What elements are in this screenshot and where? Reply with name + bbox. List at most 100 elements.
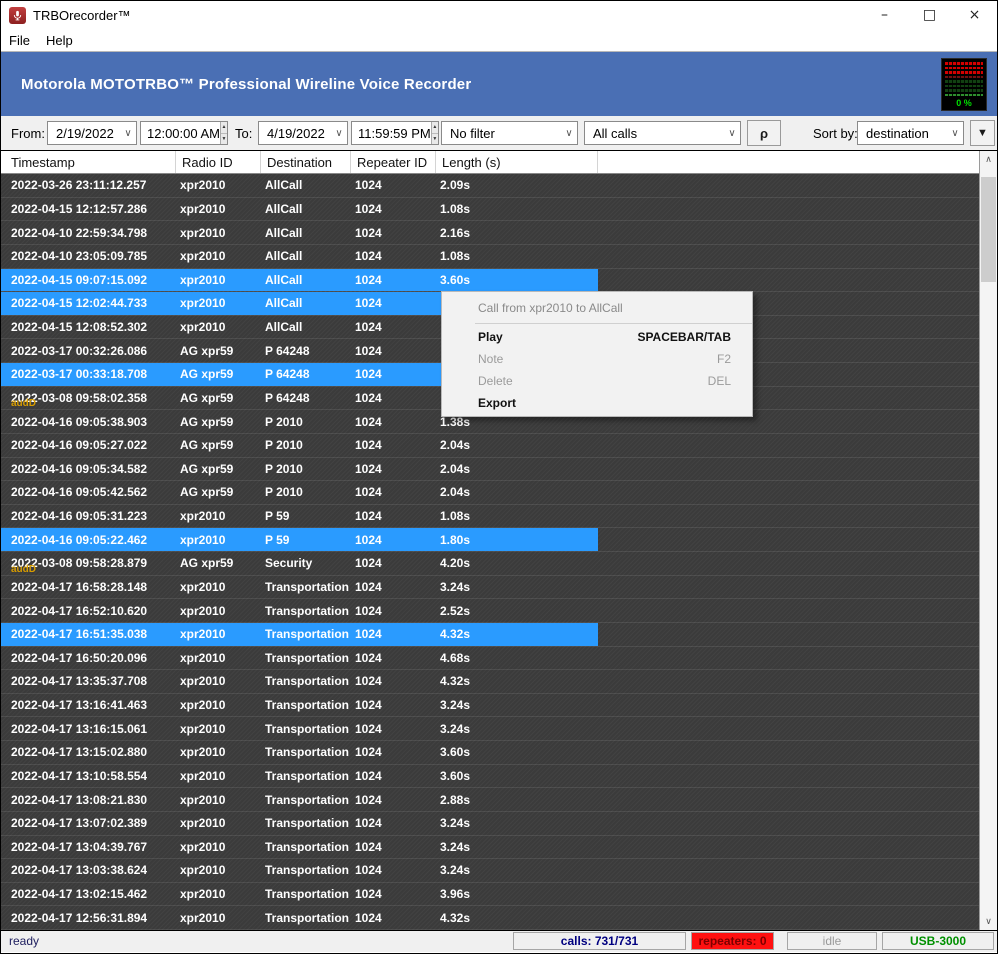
- cell-radio-id: AG xpr59: [176, 481, 261, 504]
- table-row[interactable]: 2022-04-17 13:03:38.624xpr2010Transporta…: [1, 859, 979, 883]
- cell-timestamp: 2022-04-17 13:02:15.462: [1, 883, 176, 906]
- column-header-repeater-id[interactable]: Repeater ID: [351, 151, 436, 173]
- table-row[interactable]: 2022-04-16 09:05:31.223xpr2010P 5910241.…: [1, 505, 979, 529]
- table-row[interactable]: 2022-03-26 23:11:12.257xpr2010AllCall102…: [1, 174, 979, 198]
- cell-radio-id: xpr2010: [176, 316, 261, 339]
- table-row[interactable]: 2022-04-16 09:05:22.462xpr2010P 5910241.…: [1, 528, 979, 552]
- search-button[interactable]: ρ: [747, 120, 781, 146]
- cell-radio-id: xpr2010: [176, 174, 261, 197]
- advanced-dropdown-button[interactable]: ▼: [970, 120, 995, 146]
- banner-title: Motorola MOTOTRBO™ Professional Wireline…: [21, 76, 471, 93]
- call-type-select[interactable]: All calls ∨: [584, 121, 741, 145]
- table-row[interactable]: 2022-04-17 13:16:15.061xpr2010Transporta…: [1, 717, 979, 741]
- table-row[interactable]: 2022-04-17 13:35:37.708xpr2010Transporta…: [1, 670, 979, 694]
- audio-tag: audD: [11, 565, 36, 575]
- cell-repeater-id: 1024: [351, 906, 436, 929]
- search-icon: ρ: [760, 126, 768, 141]
- context-menu: Call from xpr2010 to AllCall PlaySPACEBA…: [441, 291, 753, 417]
- vu-percentage-label: 0 %: [945, 98, 983, 108]
- vu-bar: [945, 76, 983, 79]
- cell-destination: Transportation: [261, 812, 351, 835]
- context-menu-item-export[interactable]: Export: [442, 392, 752, 414]
- table-row[interactable]: 2022-04-17 13:04:39.767xpr2010Transporta…: [1, 836, 979, 860]
- table-row[interactable]: 2022-04-17 16:50:20.096xpr2010Transporta…: [1, 647, 979, 671]
- table-row[interactable]: 2022-04-17 13:10:58.554xpr2010Transporta…: [1, 765, 979, 789]
- from-date-picker[interactable]: 2/19/2022 ∨: [47, 121, 137, 145]
- maximize-button[interactable]: □: [907, 1, 952, 29]
- close-button[interactable]: ×: [952, 1, 997, 29]
- to-date-picker[interactable]: 4/19/2022 ∨: [258, 121, 348, 145]
- cell-timestamp: 2022-04-16 09:05:42.562: [1, 481, 176, 504]
- table-row[interactable]: 2022-04-10 22:59:34.798xpr2010AllCall102…: [1, 221, 979, 245]
- spin-up-icon[interactable]: ▲: [221, 122, 227, 134]
- table-row[interactable]: 2022-04-17 16:58:28.148xpr2010Transporta…: [1, 576, 979, 600]
- cell-timestamp: 2022-04-16 09:05:31.223: [1, 505, 176, 528]
- sort-select[interactable]: destination ∨: [857, 121, 964, 145]
- table-row[interactable]: 2022-04-17 13:08:21.830xpr2010Transporta…: [1, 788, 979, 812]
- from-time-field[interactable]: 12:00:00 AM ▲ ▼: [140, 121, 228, 145]
- cell-repeater-id: 1024: [351, 765, 436, 788]
- table-row[interactable]: 2022-04-17 12:56:31.894xpr2010Transporta…: [1, 906, 979, 930]
- cell-destination: Transportation: [261, 788, 351, 811]
- table-row[interactable]: 2022-04-15 12:12:57.286xpr2010AllCall102…: [1, 198, 979, 222]
- cell-repeater-id: 1024: [351, 552, 436, 575]
- cell-timestamp: 2022-04-15 12:08:52.302: [1, 316, 176, 339]
- table-row[interactable]: 2022-04-17 16:51:35.038xpr2010Transporta…: [1, 623, 979, 647]
- menu-item-label: Export: [478, 396, 731, 410]
- table-row[interactable]: 2022-04-17 13:07:02.389xpr2010Transporta…: [1, 812, 979, 836]
- cell-radio-id: xpr2010: [176, 812, 261, 835]
- spin-up-icon[interactable]: ▲: [432, 122, 438, 134]
- table-row[interactable]: 2022-04-17 13:16:41.463xpr2010Transporta…: [1, 694, 979, 718]
- context-menu-item-delete[interactable]: DeleteDEL: [442, 370, 752, 392]
- cell-repeater-id: 1024: [351, 316, 436, 339]
- scroll-up-icon[interactable]: ∧: [980, 151, 997, 168]
- column-header-radio-id[interactable]: Radio ID: [176, 151, 261, 173]
- cell-length: 3.24s: [436, 836, 598, 859]
- vu-bar: [945, 71, 983, 74]
- table-row[interactable]: 2022-03-08 09:58:28.879AG xpr59Security1…: [1, 552, 979, 576]
- scrollbar-thumb[interactable]: [981, 177, 996, 282]
- cell-destination: Transportation: [261, 694, 351, 717]
- cell-length: 3.60s: [436, 269, 598, 292]
- menu-help[interactable]: Help: [38, 31, 81, 50]
- audio-tag: audD: [11, 399, 36, 409]
- filter-select[interactable]: No filter ∨: [441, 121, 578, 145]
- cell-length: 2.88s: [436, 788, 598, 811]
- cell-repeater-id: 1024: [351, 458, 436, 481]
- cell-radio-id: xpr2010: [176, 198, 261, 221]
- window-title: TRBOrecorder™: [33, 8, 131, 23]
- table-row[interactable]: 2022-04-17 16:52:10.620xpr2010Transporta…: [1, 599, 979, 623]
- vertical-scrollbar[interactable]: ∧ ∨: [979, 151, 997, 930]
- cell-destination: Transportation: [261, 836, 351, 859]
- column-header-timestamp[interactable]: Timestamp: [1, 151, 176, 173]
- table-row[interactable]: 2022-04-16 09:05:42.562AG xpr59P 2010102…: [1, 481, 979, 505]
- cell-destination: P 2010: [261, 481, 351, 504]
- table-row[interactable]: 2022-04-16 09:05:34.582AG xpr59P 2010102…: [1, 458, 979, 482]
- table-row[interactable]: 2022-04-10 23:05:09.785xpr2010AllCall102…: [1, 245, 979, 269]
- cell-timestamp: 2022-04-17 16:51:35.038: [1, 623, 176, 646]
- scroll-down-icon[interactable]: ∨: [980, 913, 997, 930]
- column-header-destination[interactable]: Destination: [261, 151, 351, 173]
- table-row[interactable]: 2022-04-16 09:05:27.022AG xpr59P 2010102…: [1, 434, 979, 458]
- context-menu-item-play[interactable]: PlaySPACEBAR/TAB: [442, 326, 752, 348]
- spin-down-icon[interactable]: ▼: [432, 134, 438, 145]
- cell-length: 2.16s: [436, 221, 598, 244]
- column-header-length-s[interactable]: Length (s): [436, 151, 598, 173]
- spin-down-icon[interactable]: ▼: [221, 134, 227, 145]
- cell-timestamp: 2022-04-16 09:05:27.022: [1, 434, 176, 457]
- cell-timestamp: 2022-04-17 16:50:20.096: [1, 647, 176, 670]
- context-menu-item-note[interactable]: NoteF2: [442, 348, 752, 370]
- cell-destination: Security: [261, 552, 351, 575]
- cell-length: 1.08s: [436, 245, 598, 268]
- table-row[interactable]: 2022-04-17 13:15:02.880xpr2010Transporta…: [1, 741, 979, 765]
- chevron-down-icon: ∨: [331, 128, 347, 139]
- cell-destination: AllCall: [261, 245, 351, 268]
- vu-bar: [945, 62, 983, 65]
- table-row[interactable]: 2022-04-15 09:07:15.092xpr2010AllCall102…: [1, 269, 979, 293]
- to-time-field[interactable]: 11:59:59 PM ▲ ▼: [351, 121, 439, 145]
- menu-file[interactable]: File: [1, 31, 38, 50]
- minimize-button[interactable]: –: [862, 1, 907, 29]
- table-header: TimestampRadio IDDestinationRepeater IDL…: [1, 151, 979, 174]
- table-row[interactable]: 2022-04-17 13:02:15.462xpr2010Transporta…: [1, 883, 979, 907]
- cell-repeater-id: 1024: [351, 670, 436, 693]
